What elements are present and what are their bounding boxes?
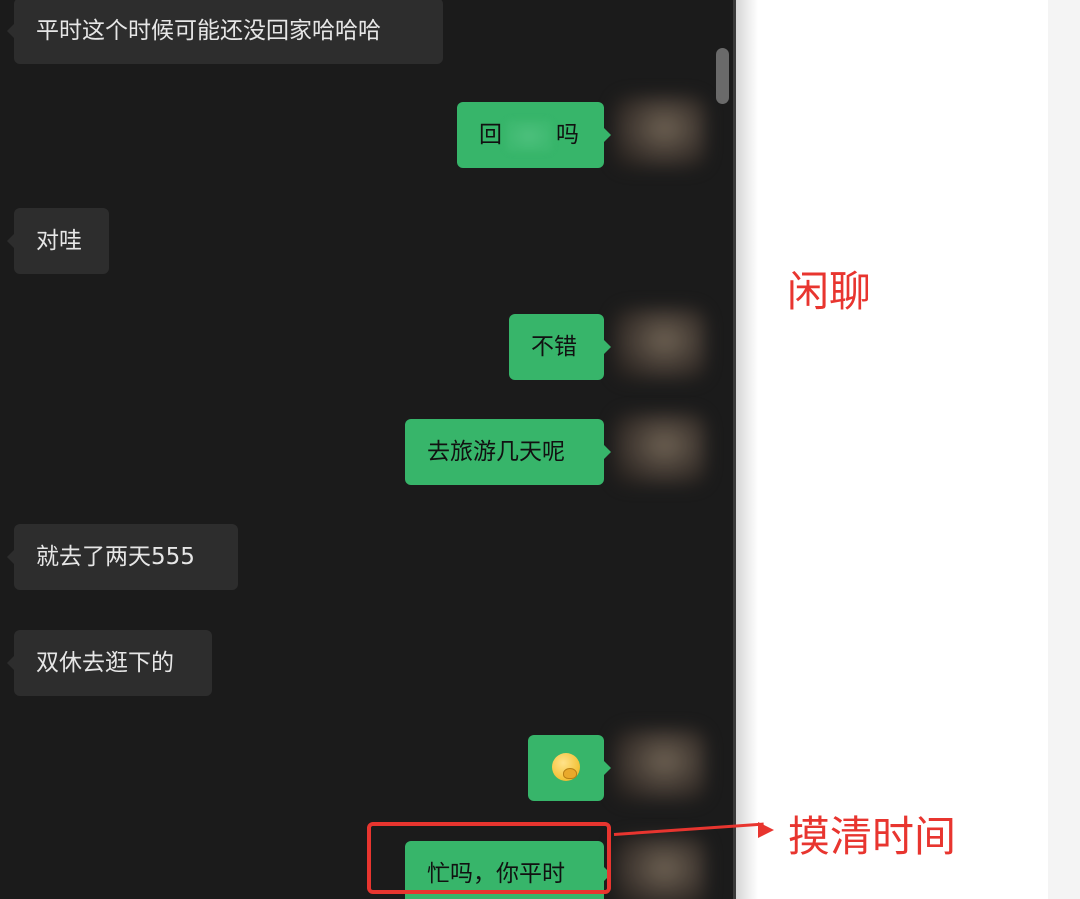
- message-text: 去旅游几天呢: [427, 439, 565, 465]
- self-avatar[interactable]: [614, 308, 706, 380]
- message-text: 不错: [531, 334, 577, 360]
- message-text: 就去了两天555: [36, 544, 195, 570]
- message-bubble-outgoing[interactable]: [528, 735, 611, 801]
- annotation-time-label: 摸清时间: [788, 812, 957, 861]
- chat-pane[interactable]: 平时这个时候可能还没回家哈哈哈 回吗 对哇 不错 去旅游几天呢 就去了两天555…: [0, 0, 733, 899]
- self-avatar[interactable]: [614, 836, 706, 899]
- message-text: 双休去逛下的: [36, 650, 174, 676]
- message-text: 平时这个时候可能还没回家哈哈哈: [36, 18, 381, 44]
- message-text-after: 吗: [556, 122, 579, 148]
- message-bubble-incoming[interactable]: 双休去逛下的: [7, 630, 212, 696]
- self-avatar[interactable]: [614, 729, 706, 801]
- annotation-arrow-head: [758, 822, 774, 838]
- scrollbar-thumb[interactable]: [716, 48, 729, 104]
- annotation-chat-label: 闲聊: [787, 267, 872, 316]
- message-text-before: 回: [479, 122, 502, 148]
- message-bubble-outgoing[interactable]: 回吗: [457, 102, 611, 168]
- redaction-blur: [506, 119, 552, 152]
- message-bubble-outgoing[interactable]: 不错: [509, 314, 611, 380]
- message-bubble-incoming[interactable]: 对哇: [7, 208, 109, 274]
- page-shadow: [736, 0, 758, 899]
- message-bubble-incoming[interactable]: 就去了两天555: [7, 524, 238, 590]
- message-bubble-outgoing[interactable]: 去旅游几天呢: [405, 419, 611, 485]
- self-avatar[interactable]: [614, 413, 706, 485]
- self-avatar[interactable]: [614, 96, 706, 168]
- message-text: 对哇: [36, 228, 82, 254]
- thinking-face-emoji-icon: [552, 752, 580, 781]
- message-bubble-incoming[interactable]: 平时这个时候可能还没回家哈哈哈: [7, 0, 443, 64]
- page-right-strip: [1048, 0, 1080, 899]
- annotation-highlight-box: [367, 822, 611, 894]
